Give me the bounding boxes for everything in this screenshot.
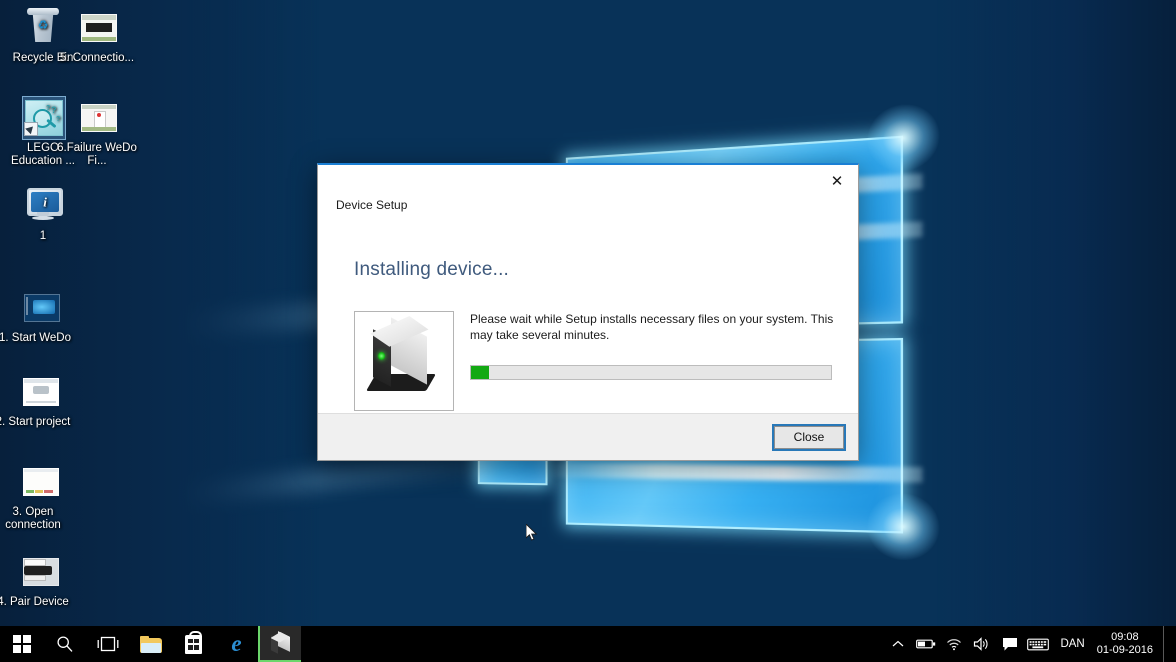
document-thumbnail-icon [74, 98, 120, 138]
screenshot-thumbnail-icon [12, 288, 60, 328]
device-led-icon [378, 352, 385, 360]
desktop-icon-start-project[interactable]: 2. Start project [0, 372, 76, 429]
device-image-frame [354, 311, 454, 411]
speaker-icon [974, 637, 988, 651]
clock-time: 09:08 [1111, 631, 1139, 643]
wifi-icon [947, 639, 962, 651]
search-button[interactable] [43, 626, 86, 662]
clock-date: 01-09-2016 [1096, 644, 1153, 656]
device-tower-icon [269, 631, 291, 655]
clock[interactable]: 09:08 01-09-2016 [1093, 626, 1163, 662]
desktop-icon-connection-doc[interactable]: 5. Connectio... [54, 8, 140, 65]
store-icon [185, 630, 202, 654]
volume-button[interactable] [968, 626, 996, 662]
battery-button[interactable] [912, 626, 940, 662]
desktop-screen: ♻ Recycle Bin 5. Connectio... ? ? ? LEGO… [0, 0, 1176, 662]
file-explorer-button[interactable] [129, 626, 172, 662]
folder-icon [139, 635, 162, 653]
search-icon [56, 636, 72, 652]
show-hidden-icons-button[interactable] [884, 626, 912, 662]
device-setup-taskbar-button[interactable] [258, 626, 301, 662]
language-indicator[interactable]: DAN [1052, 626, 1092, 662]
edge-button[interactable]: e [215, 626, 258, 662]
taskbar: e DAN 09:08 01-09-2016 [0, 626, 1176, 662]
desktop-icon-open-connection[interactable]: 3. Open connection [0, 462, 76, 532]
desktop-icon-label: 4. Pair Device [0, 596, 69, 608]
desktop-icon-label: 6.Failure WeDo Fi... [57, 142, 137, 167]
dialog-body: Installing device... Please wait while S… [318, 205, 858, 413]
keyboard-icon [1027, 638, 1050, 650]
touch-keyboard-button[interactable] [1024, 626, 1052, 662]
taskbar-empty-area[interactable] [301, 626, 884, 662]
dialog-heading: Installing device... [354, 259, 510, 280]
install-progress-fill [471, 366, 489, 379]
system-tray: DAN 09:08 01-09-2016 [884, 626, 1176, 662]
edge-icon: e [231, 631, 242, 656]
windows-logo-icon [12, 635, 31, 653]
network-button[interactable] [940, 626, 968, 662]
desktop-icon-label: 3. Open connection [5, 506, 61, 531]
desktop-icon-label: 2. Start project [0, 416, 71, 428]
desktop-icon-failure-wedo[interactable]: 6.Failure WeDo Fi... [54, 98, 140, 168]
shortcut-overlay-icon [24, 122, 38, 136]
task-view-button[interactable] [86, 626, 129, 662]
install-progress-bar [470, 365, 832, 380]
window-thumbnail-icon [10, 462, 59, 502]
device-setup-dialog: ✕ Device Setup Installing device... Plea… [317, 163, 859, 461]
desktop-icon-start-wedo[interactable]: 1. Start WeDo [0, 288, 78, 345]
close-button[interactable]: Close [772, 423, 846, 451]
battery-icon [916, 639, 936, 649]
printer-thumbnail-icon [10, 552, 59, 592]
action-center-button[interactable] [996, 626, 1024, 662]
chevron-up-icon [893, 640, 904, 647]
show-desktop-button[interactable] [1163, 626, 1170, 662]
dialog-title-bar[interactable]: ✕ Device Setup [318, 165, 858, 212]
dialog-message: Please wait while Setup installs necessa… [470, 312, 834, 342]
microsoft-store-button[interactable] [172, 626, 215, 662]
desktop-icon-label: 1 [39, 230, 47, 242]
dialog-footer: Close [318, 413, 858, 460]
desktop-icon-label: 1. Start WeDo [0, 332, 71, 344]
start-button[interactable] [0, 626, 43, 662]
monitor-info-icon: i [20, 186, 66, 226]
desktop-icon-info-monitor[interactable]: i 1 [0, 186, 86, 243]
document-thumbnail-icon [74, 8, 120, 48]
desktop-icon-label: 5. Connectio... [59, 52, 135, 64]
task-view-icon [97, 636, 118, 652]
close-icon[interactable]: ✕ [820, 168, 854, 194]
desktop-icon-pair-device[interactable]: 4. Pair Device [0, 552, 76, 609]
notification-icon [1003, 637, 1018, 651]
window-thumbnail-icon [10, 372, 59, 412]
